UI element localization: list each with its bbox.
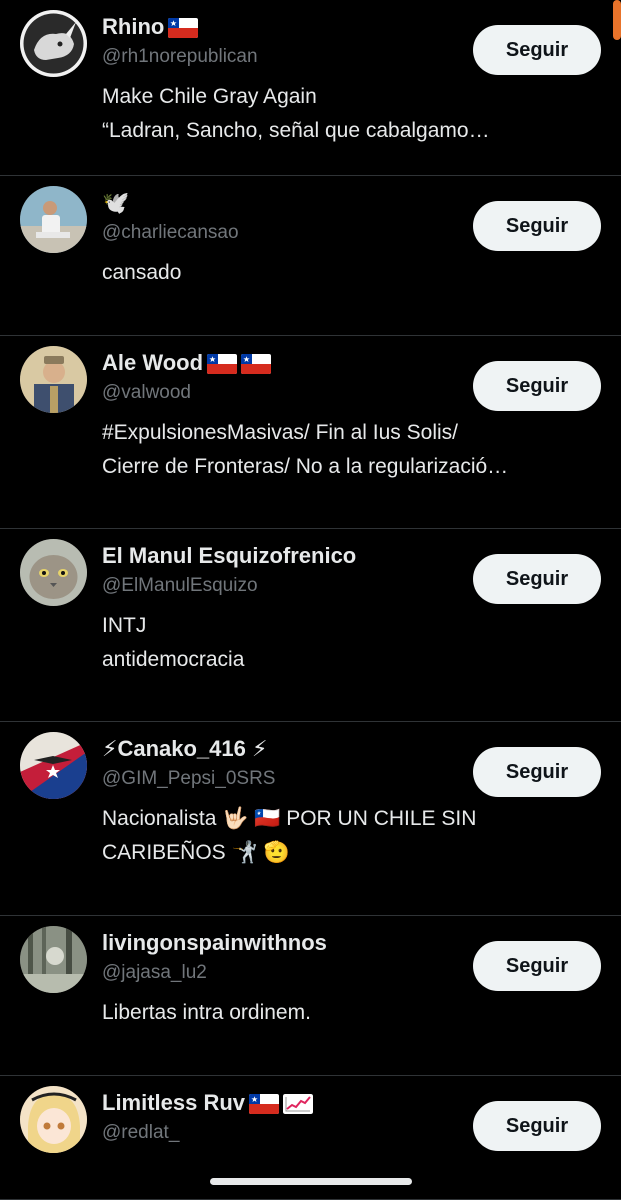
avatar[interactable] (20, 732, 87, 799)
display-name[interactable]: Rhino (102, 14, 164, 39)
display-name[interactable]: livingonspainwithnos (102, 930, 327, 955)
display-name[interactable]: Limitless Ruv (102, 1090, 245, 1115)
chile-flag-icon (249, 1094, 280, 1115)
display-name[interactable]: El Manul Esquizofrenico (102, 543, 356, 568)
follow-button[interactable]: Seguir (473, 201, 601, 251)
username-handle: @GIM_Pepsi_0SRS (102, 768, 276, 789)
scrollbar[interactable] (613, 0, 621, 40)
follow-button[interactable]: Seguir (473, 941, 601, 991)
user-bio: Make Chile Gray Again “Ladran, Sancho, s… (102, 85, 490, 142)
username-handle: @redlat_ (102, 1122, 180, 1143)
avatar[interactable] (20, 346, 87, 413)
user-suggestion-item[interactable]: El Manul Esquizofrenico @ElManulEsquizo … (0, 529, 621, 722)
avatar[interactable] (20, 10, 87, 77)
avatar[interactable] (20, 539, 87, 606)
chile-flag-icon (168, 18, 199, 39)
avatar[interactable] (20, 926, 87, 993)
home-indicator (210, 1178, 412, 1185)
follow-suggestions-list: Rhino @rh1norepublican Make Chile Gray A… (0, 0, 621, 1200)
follow-button[interactable]: Seguir (473, 554, 601, 604)
follow-button[interactable]: Seguir (473, 361, 601, 411)
avatar[interactable] (20, 186, 87, 253)
user-suggestion-item[interactable]: 🕊️ @charliecansao cansado Seguir (0, 176, 621, 336)
follow-button[interactable]: Seguir (473, 1101, 601, 1151)
display-name-line[interactable]: Ale Wood (102, 348, 451, 378)
username-handle: @jajasa_lu2 (102, 962, 207, 983)
user-bio: cansado (102, 261, 182, 284)
user-suggestion-item[interactable]: ⚡Canako_416 ⚡ @GIM_Pepsi_0SRS Nacionalis… (0, 722, 621, 916)
display-name-line[interactable]: livingonspainwithnos (102, 928, 451, 958)
user-suggestion-item[interactable]: Ale Wood @valwood #ExpulsionesMasivas/ F… (0, 336, 621, 529)
display-name-line[interactable]: Limitless Ruv (102, 1088, 451, 1118)
display-name[interactable]: ⚡Canako_416 ⚡ (102, 736, 267, 761)
display-name[interactable]: Ale Wood (102, 350, 203, 375)
display-name-line[interactable]: ⚡Canako_416 ⚡ (102, 734, 451, 764)
user-bio: Libertas intra ordinem. (102, 1001, 311, 1024)
user-bio: #ExpulsionesMasivas/ Fin al Ius Solis/ C… (102, 421, 509, 478)
chile-flag-icon (207, 354, 238, 375)
chile-flag-icon (241, 354, 272, 375)
display-name[interactable]: 🕊️ (102, 190, 129, 215)
username-handle: @rh1norepublican (102, 46, 258, 67)
follow-button[interactable]: Seguir (473, 25, 601, 75)
user-suggestion-item[interactable]: Rhino @rh1norepublican Make Chile Gray A… (0, 0, 621, 176)
display-name-line[interactable]: El Manul Esquizofrenico (102, 541, 451, 571)
display-name-line[interactable]: 🕊️ (102, 188, 451, 218)
user-bio: INTJ antidemocracia (102, 614, 245, 671)
user-suggestion-item[interactable]: livingonspainwithnos @jajasa_lu2 Liberta… (0, 916, 621, 1076)
user-bio: Nacionalista 🤟🏻 🇨🇱 POR UN CHILE SIN CARI… (102, 807, 477, 864)
display-name-line[interactable]: Rhino (102, 12, 451, 42)
username-handle: @charliecansao (102, 222, 239, 243)
follow-button[interactable]: Seguir (473, 747, 601, 797)
chart-increasing-icon (283, 1094, 314, 1115)
avatar[interactable] (20, 1086, 87, 1153)
username-handle: @valwood (102, 382, 191, 403)
username-handle: @ElManulEsquizo (102, 575, 258, 596)
